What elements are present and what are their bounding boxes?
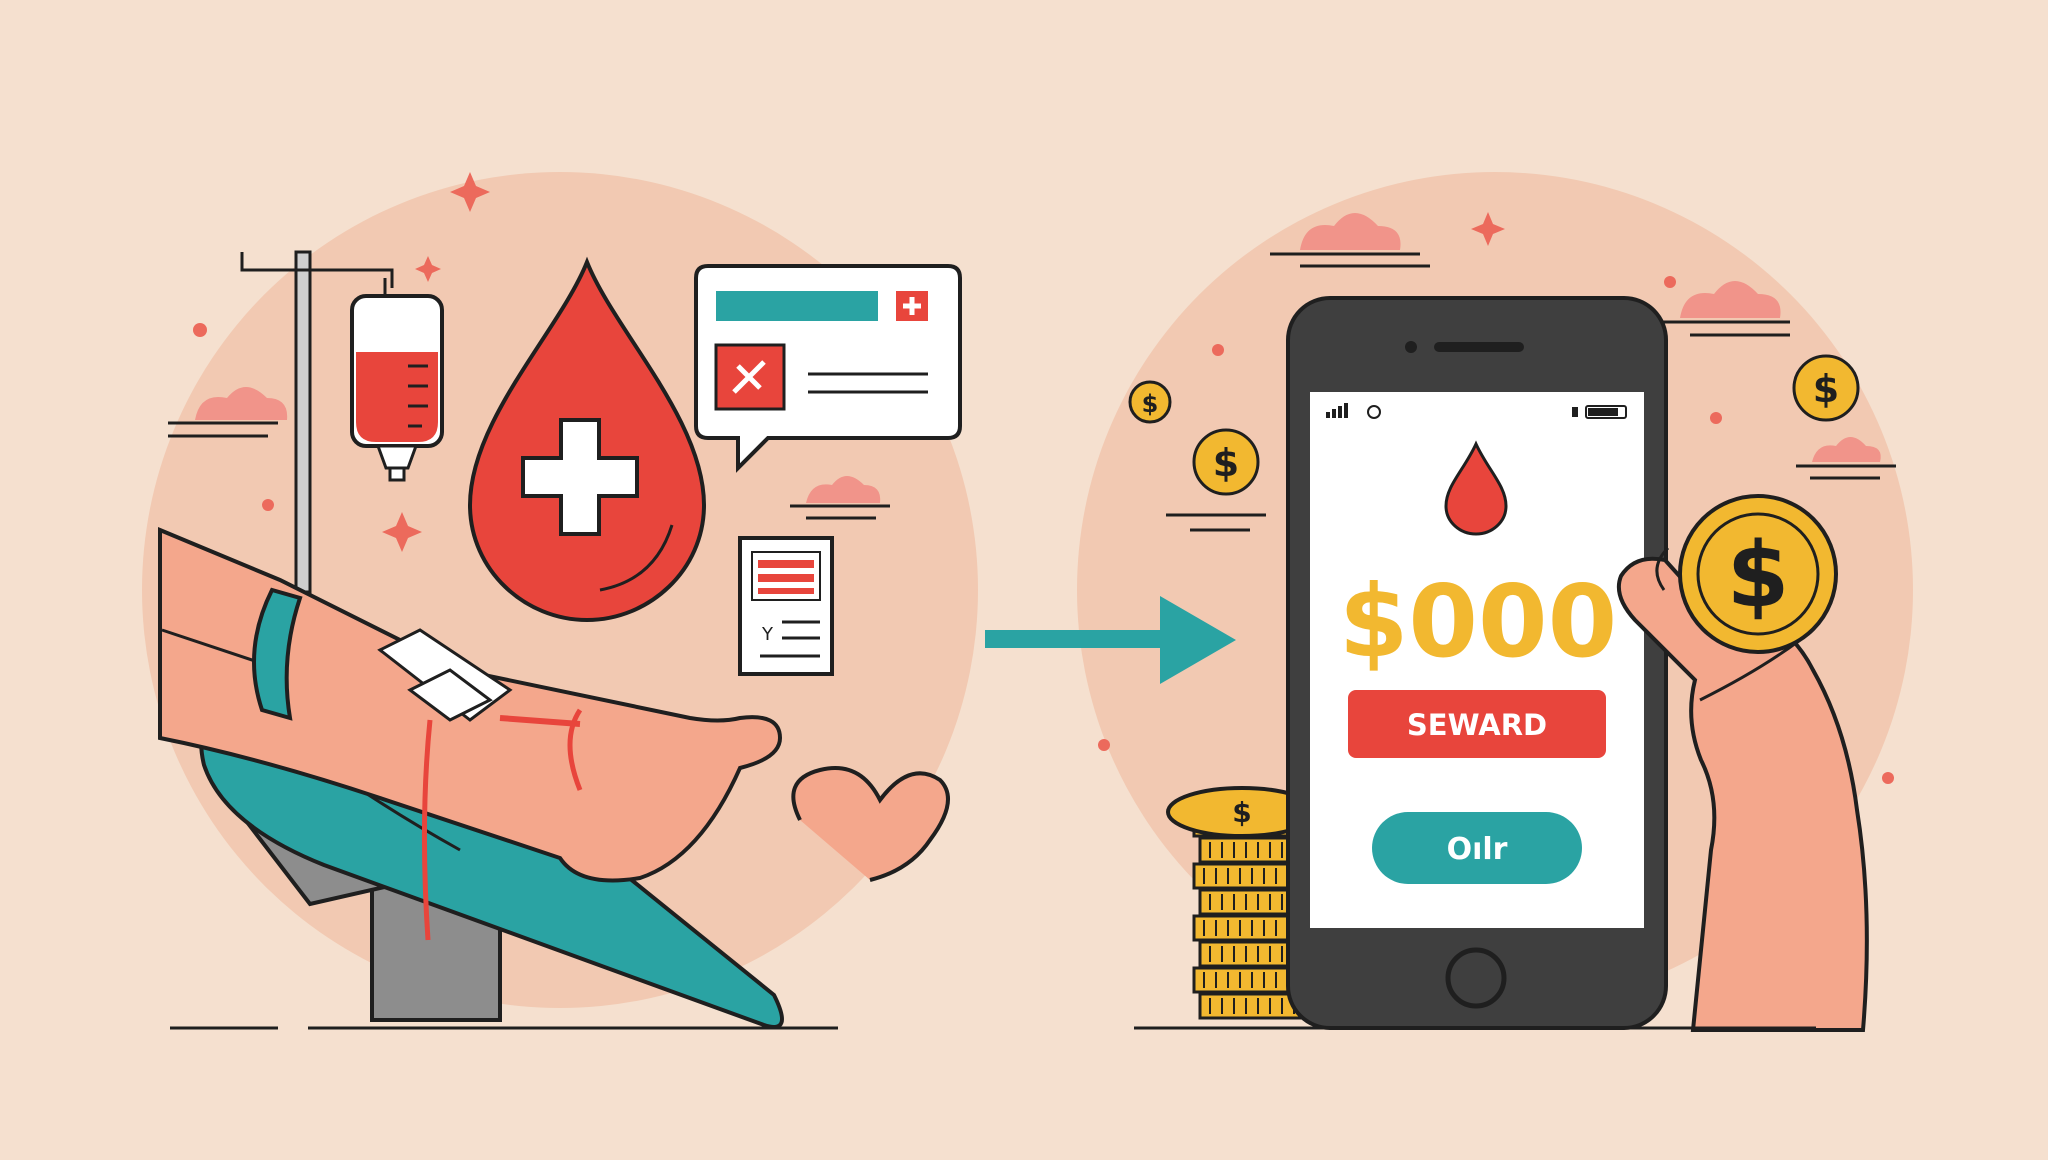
coin-symbol: $	[1142, 390, 1159, 418]
illustration-canvas: Y $ $ $ $ $000 SEWARD Oılr $	[142, 172, 1913, 1032]
smartphone: $000 SEWARD Oılr	[1286, 296, 1668, 1030]
coin-symbol: $	[1727, 523, 1790, 628]
chat-card-icon	[694, 264, 962, 473]
reward-button-label: SEWARD	[1407, 708, 1547, 742]
coin-symbol: $	[1232, 796, 1251, 829]
document-mark: Y	[761, 624, 774, 645]
secondary-button-label: Oılr	[1447, 832, 1508, 867]
reward-amount: $000	[1339, 563, 1617, 680]
secondary-button[interactable]: Oılr	[1372, 812, 1582, 884]
reward-button[interactable]: SEWARD	[1348, 690, 1606, 758]
coin-symbol: $	[1213, 441, 1239, 485]
coin-symbol: $	[1813, 367, 1839, 411]
document-icon: Y	[738, 536, 834, 676]
